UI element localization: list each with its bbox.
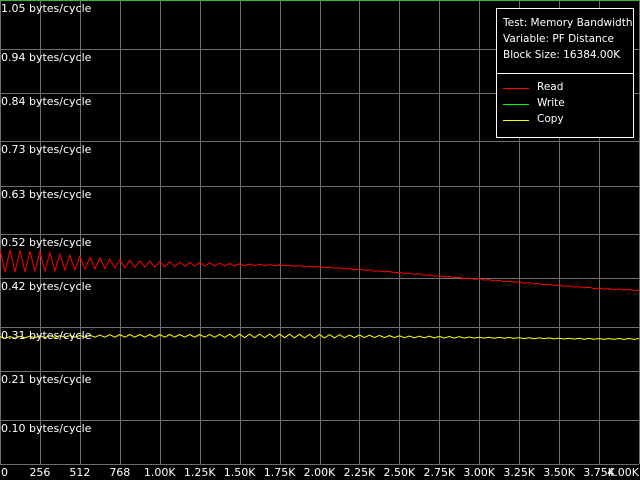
x-tick-label: 2.75K [423,466,455,479]
x-tick-label: 0 [1,466,8,479]
y-tick-label: 0.94 bytes/cycle [1,51,92,64]
legend-label-read: Read [537,81,564,93]
x-tick-label: 2.50K [384,466,416,479]
x-tick-label: 2.00K [304,466,336,479]
x-tick-label: 3.50K [543,466,575,479]
legend-swatch-copy [503,120,529,121]
block-size-info: Block Size: 16384.00K [503,49,621,61]
x-tick-label: 1.25K [184,466,216,479]
series-line-read [0,249,640,292]
x-tick-labels: 0 256 512 768 1.00K 1.25K 1.50K 1.75K 2.00K 2.25K… [1,466,640,479]
legend-box: Test: Memory Bandwidth Variable: PF Dist… [496,8,634,138]
legend-swatch-write [503,104,529,105]
y-tick-label: 0.73 bytes/cycle [1,143,92,156]
legend-entry-copy: Copy [503,113,627,127]
legend-divider [497,73,633,74]
y-tick-labels: 0.10 bytes/cycle 0.21 bytes/cycle 0.31 byt… [1,2,92,435]
x-tick-label: 2.25K [344,466,376,479]
y-tick-label: 0.52 bytes/cycle [1,236,92,249]
legend-swatch-read [503,88,529,89]
y-tick-label: 1.05 bytes/cycle [1,2,92,15]
variable-info: Variable: PF Distance [503,33,615,45]
series-line-copy [0,333,640,340]
x-tick-label: 1.50K [224,466,256,479]
legend-label-copy: Copy [537,113,564,125]
x-tick-label: 4.00K [607,466,639,479]
y-tick-label: 0.10 bytes/cycle [1,422,92,435]
x-tick-label: 3.00K [463,466,495,479]
y-tick-label: 0.42 bytes/cycle [1,280,92,293]
x-tick-label: 512 [69,466,90,479]
x-tick-label: 1.00K [144,466,176,479]
x-tick-label: 768 [109,466,130,479]
y-tick-label: 0.63 bytes/cycle [1,188,92,201]
x-tick-label: 1.75K [264,466,296,479]
y-tick-label: 0.21 bytes/cycle [1,373,92,386]
x-tick-label: 256 [29,466,50,479]
y-tick-label: 0.31 bytes/cycle [1,329,92,342]
y-tick-label: 0.84 bytes/cycle [1,95,92,108]
legend-label-write: Write [537,97,565,109]
legend-entry-read: Read [503,81,627,95]
legend-entry-write: Write [503,97,627,111]
test-info: Test: Memory Bandwidth [503,17,633,29]
x-tick-label: 3.25K [503,466,535,479]
